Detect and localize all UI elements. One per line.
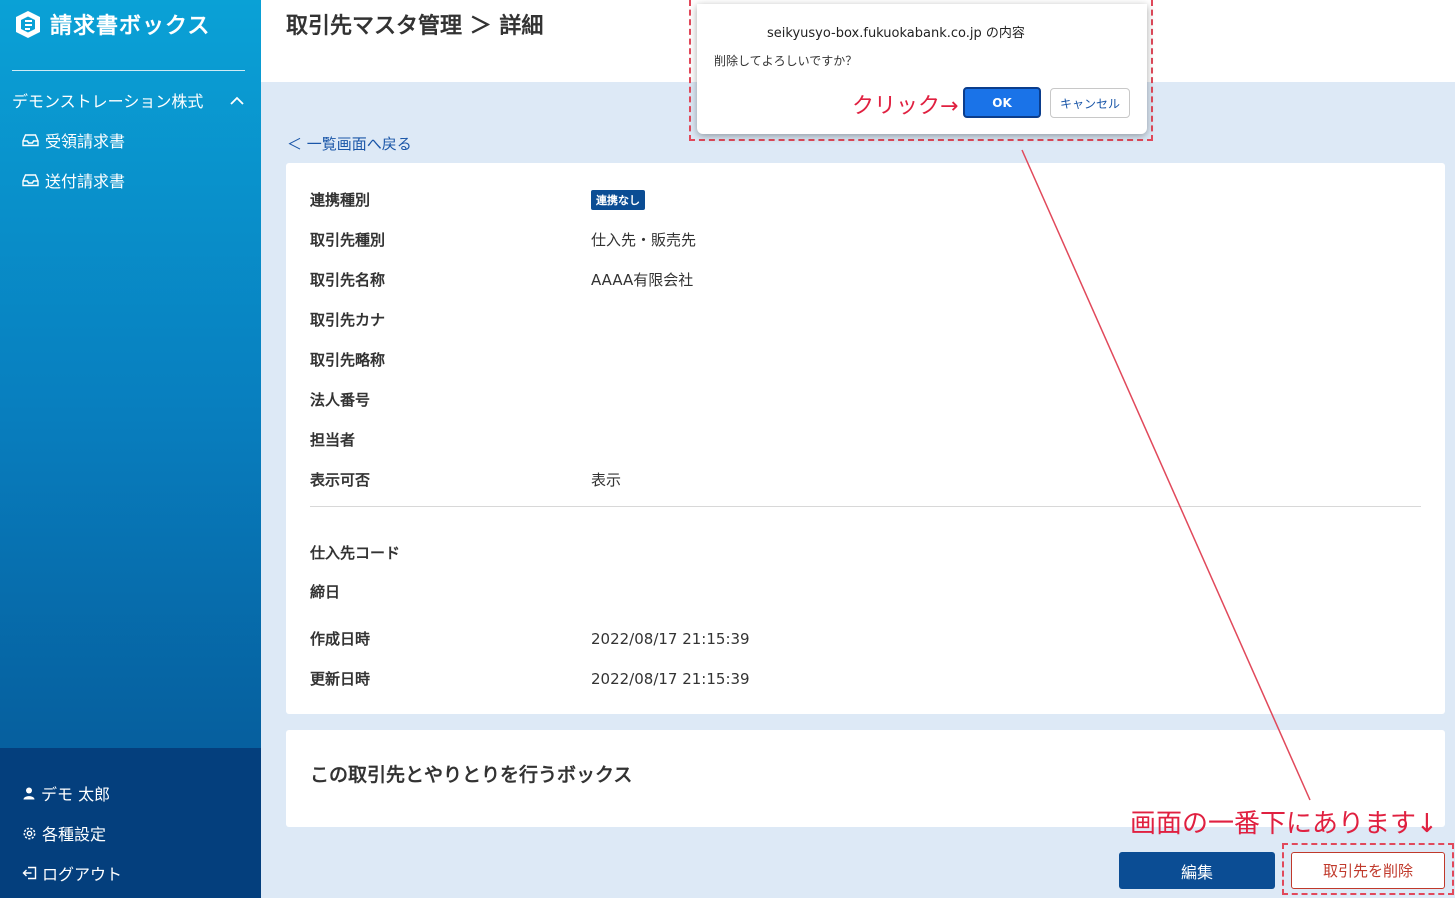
logout-label: ログアウト	[42, 865, 123, 884]
detail-label: 表示可否	[310, 471, 371, 489]
chevron-up-icon	[230, 96, 244, 105]
detail-label: 更新日時	[310, 670, 371, 688]
detail-row: 取引先カナ	[310, 309, 591, 330]
detail-value: 仕入先・販売先	[591, 231, 697, 249]
user-menu[interactable]: デモ 太郎	[22, 781, 110, 805]
edit-button[interactable]: 編集	[1119, 852, 1275, 889]
detail-card: 連携種別 連携なし 取引先種別 仕入先・販売先 取引先名称 AAAA有限会社 取…	[286, 163, 1445, 714]
sidebar: 請求書ボックス デモンストレーション株式 受領請求書 送付請求書 デモ 太郎 各…	[0, 0, 261, 898]
sidebar-divider	[12, 70, 245, 71]
section-divider	[310, 506, 1421, 507]
dialog-message: 削除してよろしいですか？	[714, 54, 858, 68]
user-name: デモ 太郎	[41, 785, 111, 804]
page-title: 取引先マスタ管理 ＞ 詳細	[286, 14, 544, 39]
detail-row: 取引先種別 仕入先・販売先	[310, 229, 696, 250]
detail-row: 仕入先コード	[310, 542, 591, 563]
detail-row: 更新日時 2022/08/17 21:15:39	[310, 668, 750, 689]
back-to-list-link[interactable]: ＜ 一覧画面へ戻る	[287, 133, 412, 154]
detail-row: 連携種別 連携なし	[310, 189, 645, 210]
inbox-icon	[22, 174, 39, 187]
detail-label: 締日	[310, 583, 341, 601]
updated-at-value: 2022/08/17 21:15:39	[591, 669, 750, 688]
company-selector[interactable]: デモンストレーション株式	[12, 88, 245, 112]
detail-row: 表示可否 表示	[310, 469, 621, 490]
click-annotation: クリック→	[852, 94, 959, 119]
related-boxes-title: この取引先とやりとりを行うボックス	[310, 764, 633, 786]
detail-row: 法人番号	[310, 389, 591, 410]
sidebar-item-label: 受領請求書	[45, 132, 126, 151]
app-logo[interactable]: 請求書ボックス	[12, 8, 210, 40]
settings-link[interactable]: 各種設定	[22, 821, 106, 845]
detail-label: 連携種別	[310, 191, 371, 209]
dialog-ok-button[interactable]: OK	[963, 87, 1041, 118]
logo-icon	[16, 11, 40, 38]
detail-row: 担当者	[310, 429, 591, 450]
detail-label: 仕入先コード	[310, 544, 401, 562]
detail-value: AAAA有限会社	[591, 271, 694, 289]
detail-label: 法人番号	[310, 391, 371, 409]
detail-label: 取引先略称	[310, 351, 386, 369]
created-at-value: 2022/08/17 21:15:39	[591, 629, 750, 648]
detail-label: 取引先名称	[310, 271, 386, 289]
detail-row: 取引先略称	[310, 349, 591, 370]
inbox-icon	[22, 134, 39, 147]
company-name: デモンストレーション株式	[12, 92, 204, 111]
logout-link[interactable]: ログアウト	[22, 861, 122, 885]
detail-label: 作成日時	[310, 630, 371, 648]
detail-label: 担当者	[310, 431, 356, 449]
sidebar-item-label: 送付請求書	[45, 172, 126, 191]
detail-label: 取引先カナ	[310, 311, 386, 329]
delete-partner-button[interactable]: 取引先を削除	[1291, 852, 1445, 889]
detail-row: 締日	[310, 581, 591, 602]
settings-label: 各種設定	[42, 825, 107, 844]
bottom-note-annotation: 画面の一番下にあります↓	[1130, 809, 1438, 839]
gear-icon	[23, 827, 36, 839]
dialog-cancel-button[interactable]: キャンセル	[1050, 88, 1130, 118]
logout-icon	[22, 866, 37, 880]
detail-value: 表示	[591, 471, 622, 489]
user-icon	[23, 787, 35, 800]
dialog-origin: seikyusyo-box.fukuokabank.co.jp の内容	[767, 26, 1025, 41]
detail-row: 取引先名称 AAAA有限会社	[310, 269, 693, 290]
integration-badge: 連携なし	[591, 189, 645, 210]
app-name: 請求書ボックス	[50, 14, 211, 39]
detail-row: 作成日時 2022/08/17 21:15:39	[310, 628, 750, 649]
detail-label: 取引先種別	[310, 231, 386, 249]
sidebar-item-received[interactable]: 受領請求書	[22, 128, 125, 152]
sidebar-item-sent[interactable]: 送付請求書	[22, 168, 125, 192]
